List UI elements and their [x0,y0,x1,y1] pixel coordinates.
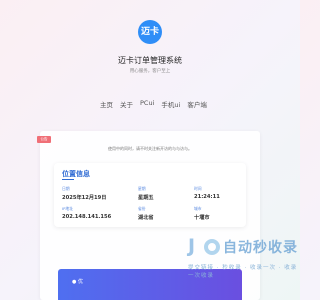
nav-item-client[interactable]: 客户端 [187,99,207,109]
watermark-circle-icon [204,239,220,255]
time-value: 21:24:11 [194,194,220,200]
site-title: 迈卡订单管理系统 [118,56,182,65]
site-logo[interactable]: 迈卡 [138,20,162,44]
site-header: 迈卡 迈卡订单管理系统 用心服务，客户至上 主页 关于 PCui 手机ui 客户… [0,0,300,122]
feature-bar-text: ● 优 [72,279,83,285]
time-label: 时间 [194,186,202,191]
nav-item-home[interactable]: 主页 [100,99,113,109]
date-value: 2025年12月19日 [62,195,107,201]
notice-text: 使用中的同时，请不时关注新开访的与与访与。 [108,146,192,151]
date-label: 日期 [62,186,70,191]
province-label: 省份 [138,206,146,211]
weekday-value: 星期五 [138,195,154,201]
watermark-tagline: 提交链接 · 秒收录 · 收录一次 · 收录一次收录 [188,265,298,279]
city-label: 城市 [194,206,202,211]
ip-cell: IP地址 202.148.141.156 [62,206,111,220]
province-value: 湖北省 [138,215,154,221]
main-nav: 主页 关于 PCui 手机ui 客户端 [100,99,207,109]
nav-item-mobile-ui[interactable]: 手机ui [161,99,180,109]
watermark-logo: J 自动秒收录 提交链接 · 秒收录 · 收录一次 · 收录一次收录 [188,235,300,279]
time-cell: 时间 21:24:11 [194,186,220,200]
province-cell: 省份 湖北省 [138,206,154,221]
nav-item-pcui[interactable]: PCui [140,99,154,109]
nav-item-about[interactable]: 关于 [120,99,133,109]
ip-label: IP地址 [62,206,74,211]
weekday-cell: 星期 星期五 [138,186,154,201]
location-title: 位置信息 [62,170,90,178]
date-cell: 日期 2025年12月19日 [62,186,106,201]
title-underline [62,179,74,180]
notice-tag: 公告 [37,136,51,143]
location-card: 位置信息 日期 2025年12月19日 星期 星期五 时间 21:24:11 I… [54,163,246,227]
watermark-title: 自动秒收录 [223,240,298,256]
watermark-j-icon: J [188,235,196,257]
ip-value: 202.148.141.156 [62,214,112,220]
city-cell: 城市 十堰市 [194,206,210,221]
site-subtitle: 用心服务，客户至上 [129,69,171,74]
city-value: 十堰市 [194,215,210,221]
weekday-label: 星期 [138,186,146,191]
